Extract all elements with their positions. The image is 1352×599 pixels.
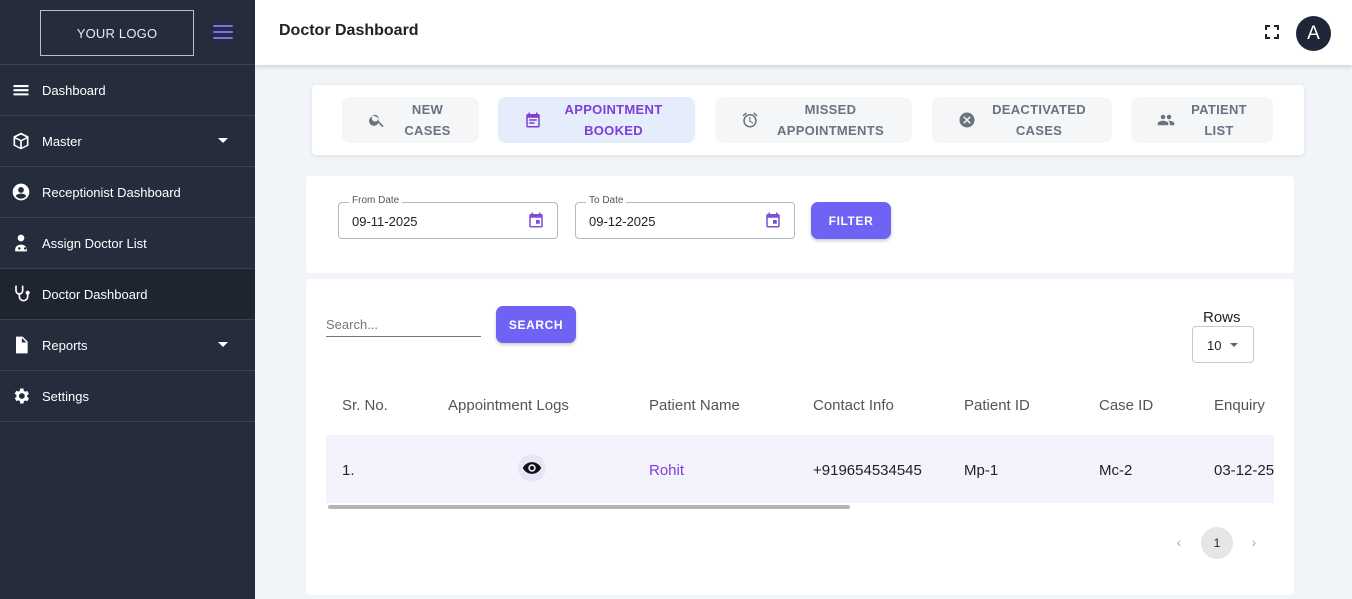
column-header-patient-id[interactable]: Patient ID [964, 397, 1030, 414]
logo: YOUR LOGO [40, 10, 194, 56]
gear-icon [10, 385, 32, 407]
sidebar-item-label: Doctor Dashboard [42, 286, 148, 302]
sidebar-item-doctor-dashboard[interactable]: Doctor Dashboard [0, 269, 255, 320]
view-logs-button[interactable] [518, 454, 546, 482]
chevron-down-icon [218, 342, 228, 347]
account-circle-icon [10, 181, 32, 203]
tab-label-line2: CASES [404, 123, 451, 138]
column-header-sr-no[interactable]: Sr. No. [342, 397, 388, 414]
sidebar-item-label: Receptionist Dashboard [42, 184, 181, 200]
people-icon [1157, 111, 1175, 129]
sidebar-item-receptionist-dashboard[interactable]: Receptionist Dashboard [0, 167, 255, 218]
column-header-patient-name[interactable]: Patient Name [649, 397, 740, 414]
sidebar-item-reports[interactable]: Reports [0, 320, 255, 371]
rows-per-page-select[interactable]: 10 [1192, 326, 1254, 363]
tab-deactivated-cases[interactable]: DEACTIVATED CASES [932, 97, 1112, 143]
sidebar-item-master[interactable]: Master [0, 116, 255, 167]
pagination-page-1[interactable]: 1 [1201, 527, 1233, 559]
search-button[interactable]: SEARCH [496, 306, 576, 343]
tab-label-line1: DEACTIVATED [992, 102, 1086, 117]
rows-per-page-value: 10 [1207, 338, 1222, 353]
sidebar: YOUR LOGO Dashboard Master Receptionist … [0, 0, 255, 599]
to-date-label: To Date [586, 195, 627, 206]
page-title: Doctor Dashboard [279, 22, 419, 39]
tab-label-line1: NEW [411, 102, 444, 117]
hamburger-menu-icon[interactable] [213, 25, 233, 41]
tab-label-line1: PATIENT [1191, 102, 1247, 117]
scrollbar-thumb[interactable] [328, 505, 850, 509]
tab-label-line2: BOOKED [584, 123, 643, 138]
chevron-down-icon [1230, 343, 1238, 347]
top-header: Doctor Dashboard A [255, 0, 1352, 65]
column-header-case-id[interactable]: Case ID [1099, 397, 1153, 414]
tabs-card: NEW CASES APPOINTMENT BOOKED MISSED APPOINT… [312, 85, 1304, 155]
filter-button[interactable]: FILTER [811, 202, 891, 239]
to-date-field[interactable]: To Date 09-12-2025 [575, 195, 795, 239]
rows-label: Rows [1203, 309, 1241, 326]
cell-case-id: Mc-2 [1099, 462, 1133, 479]
tab-label-line2: LIST [1204, 123, 1234, 138]
sidebar-item-label: Dashboard [42, 82, 106, 98]
tab-label-line2: CASES [1015, 123, 1063, 138]
tab-missed-appointments[interactable]: MISSED APPOINTMENTS [715, 97, 912, 143]
chevron-down-icon [218, 138, 228, 143]
calendar-icon[interactable] [764, 211, 782, 229]
calendar-icon[interactable] [527, 211, 545, 229]
tab-new-cases[interactable]: NEW CASES [342, 97, 479, 143]
stethoscope-icon [10, 283, 32, 305]
cell-patient-name[interactable]: Rohit [649, 462, 684, 479]
filter-card: From Date 09-11-2025 To Date 09-12-2025 … [306, 176, 1294, 273]
pagination-next-button[interactable]: › [1247, 535, 1261, 549]
sidebar-item-label: Assign Doctor List [42, 235, 147, 251]
pagination-prev-button[interactable]: ‹ [1172, 535, 1186, 549]
tab-patient-list[interactable]: PATIENT LIST [1131, 97, 1273, 143]
column-header-enquiry[interactable]: Enquiry [1214, 397, 1274, 414]
menu-icon [10, 79, 32, 101]
cube-icon [10, 130, 32, 152]
tab-appointment-booked[interactable]: APPOINTMENT BOOKED [498, 97, 695, 143]
table-card: SEARCH Rows 10 Sr. No. Appointment Logs … [306, 279, 1294, 595]
from-date-value: 09-11-2025 [352, 214, 418, 229]
eye-icon [522, 462, 542, 474]
cancel-circle-icon [958, 111, 976, 129]
horizontal-scrollbar[interactable] [326, 504, 1274, 510]
cell-contact-info: +919654534545 [813, 462, 922, 479]
document-icon [10, 334, 32, 356]
alarm-icon [741, 111, 759, 129]
cell-patient-id: Mp-1 [964, 462, 999, 479]
avatar[interactable]: A [1296, 16, 1331, 51]
sidebar-item-label: Settings [42, 388, 89, 404]
sidebar-item-label: Master [42, 133, 82, 149]
tab-label-line2: APPOINTMENTS [777, 123, 884, 138]
sidebar-item-label: Reports [42, 337, 88, 353]
doctor-icon [10, 232, 32, 254]
search-icon [368, 111, 386, 129]
from-date-label: From Date [349, 195, 403, 206]
sidebar-item-assign-doctor-list[interactable]: Assign Doctor List [0, 218, 255, 269]
column-header-appointment-logs[interactable]: Appointment Logs [448, 397, 569, 414]
fullscreen-icon[interactable] [1265, 25, 1279, 39]
from-date-field[interactable]: From Date 09-11-2025 [338, 195, 558, 239]
column-header-contact-info[interactable]: Contact Info [813, 397, 894, 414]
search-input[interactable] [326, 313, 481, 337]
to-date-value: 09-12-2025 [589, 214, 656, 229]
tab-label-line1: MISSED [804, 102, 857, 117]
sidebar-item-dashboard[interactable]: Dashboard [0, 65, 255, 116]
cell-enquiry: 03-12-25 [1214, 462, 1274, 479]
logo-row: YOUR LOGO [0, 0, 255, 65]
tab-label-line1: APPOINTMENT [564, 102, 663, 117]
cell-sr-no: 1. [342, 462, 355, 479]
sidebar-item-settings[interactable]: Settings [0, 371, 255, 422]
calendar-icon [524, 111, 542, 129]
